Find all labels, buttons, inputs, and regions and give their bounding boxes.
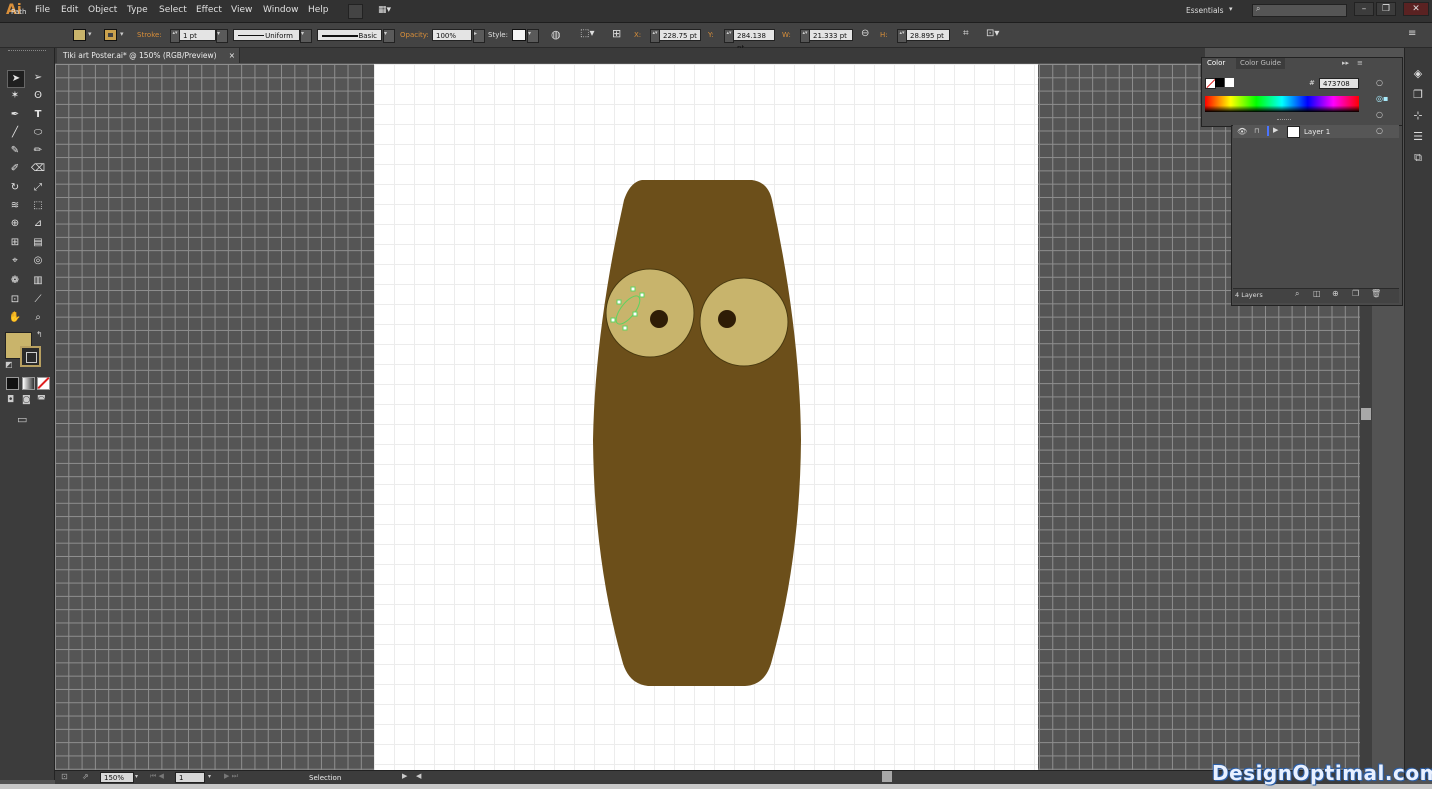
tab-color-guide[interactable]: Color Guide (1236, 58, 1286, 69)
new-sublayer-icon[interactable]: ⊕ (1332, 289, 1339, 298)
color-panel (1201, 57, 1403, 127)
layer-thumbnail (1287, 126, 1300, 138)
target-icon[interactable]: ○ (1376, 126, 1383, 135)
chevron-down-icon[interactable]: ▾ (135, 773, 138, 780)
target-icon[interactable]: ○ (1376, 78, 1383, 87)
layers-panel (1231, 125, 1403, 306)
scroll-left-icon[interactable]: ◀ (416, 772, 421, 780)
vertical-scroll-thumb[interactable] (1361, 408, 1371, 420)
locate-object-icon[interactable]: ⌕ (1295, 289, 1299, 299)
clipping-mask-icon[interactable]: ◫ (1313, 289, 1321, 298)
pathfinder-icon[interactable]: ⧉ (1411, 151, 1425, 165)
eye-icon[interactable]: 👁 (1237, 127, 1247, 136)
panel-menu-icon[interactable]: ≡ (1357, 59, 1363, 67)
transform-panel-icon[interactable]: ⊹ (1411, 109, 1425, 123)
zoom-icon[interactable]: ⊡ (61, 772, 68, 781)
left-pupil[interactable] (650, 310, 668, 328)
right-eye[interactable] (699, 277, 789, 367)
layer-count: 4 Layers (1235, 291, 1263, 299)
white-swatch[interactable] (1225, 78, 1234, 87)
expand-triangle-icon[interactable]: ▶ (1273, 126, 1278, 134)
align-panel-icon[interactable]: ☰ (1411, 130, 1425, 144)
artboards-icon[interactable]: ❐ (1411, 88, 1425, 102)
current-tool-status: Selection (309, 774, 342, 782)
tab-color[interactable]: Color (1203, 58, 1230, 69)
panel-resize-grip[interactable] (1277, 119, 1291, 122)
status-menu-icon[interactable]: ▶ (402, 772, 407, 780)
left-eye[interactable] (605, 268, 695, 358)
artboard-nav-first-icon[interactable]: ⏮ ◀ (150, 772, 164, 781)
horizontal-scroll-thumb[interactable] (882, 771, 892, 782)
hex-field[interactable]: 473708 (1319, 78, 1359, 89)
layer-name[interactable]: Layer 1 (1304, 128, 1330, 136)
right-pupil[interactable] (718, 310, 736, 328)
layer-color-indicator (1267, 126, 1269, 136)
layers-icon[interactable]: ◈ (1411, 67, 1425, 81)
target-selected-icon[interactable]: ◎▪ (1376, 94, 1388, 103)
black-swatch[interactable] (1215, 78, 1224, 87)
chevron-down-icon[interactable]: ▾ (208, 773, 211, 780)
zoom-field[interactable]: 150% (100, 772, 134, 783)
artboard-number-field[interactable]: 1 (175, 772, 205, 783)
lock-icon[interactable]: ⊓ (1254, 127, 1259, 135)
document-info-icon[interactable]: ⇗ (82, 772, 89, 781)
new-layer-icon[interactable]: ❐ (1352, 289, 1359, 298)
watermark: DesignOptimal.com (1212, 761, 1432, 785)
artboard-nav-last-icon[interactable]: ▶ ⏭ (224, 772, 238, 781)
color-spectrum[interactable] (1205, 96, 1359, 112)
status-bar (55, 770, 1360, 785)
hex-label: # (1309, 79, 1315, 87)
target-icon[interactable]: ○ (1376, 110, 1383, 119)
collapse-icon[interactable]: ▸▸ (1342, 59, 1349, 67)
tiki-body-shape[interactable] (593, 180, 801, 686)
delete-layer-icon[interactable]: 🗑 (1371, 289, 1381, 298)
